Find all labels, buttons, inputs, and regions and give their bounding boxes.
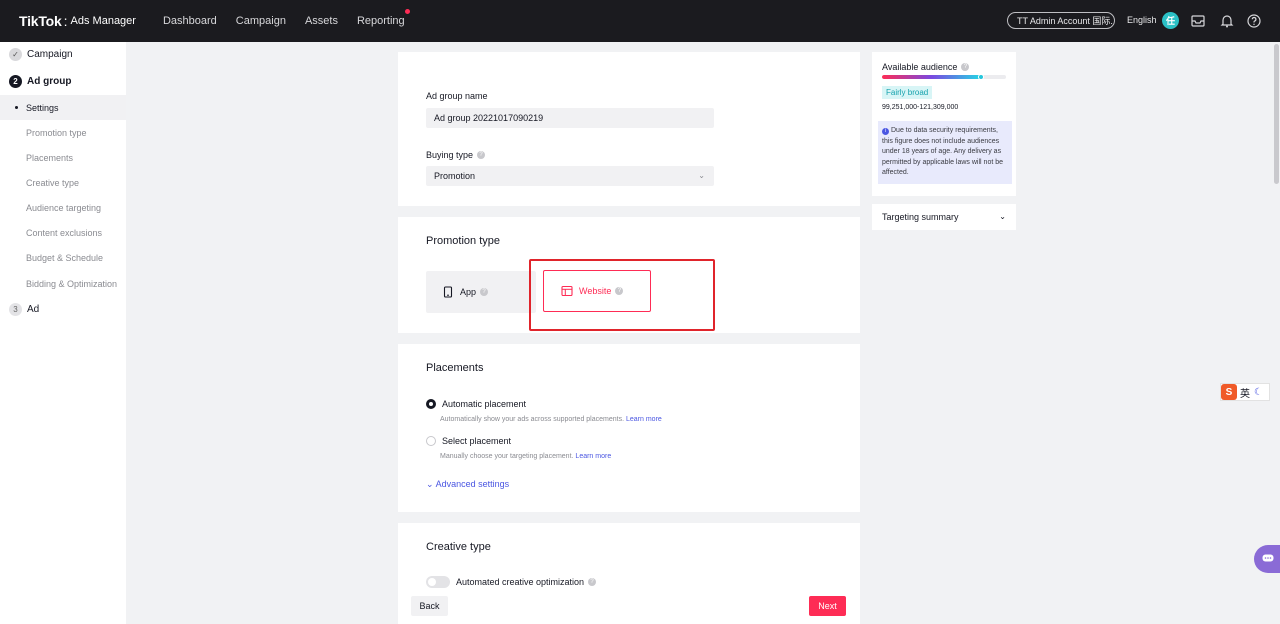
- ime-mode-label: 英: [1240, 388, 1250, 400]
- double-chevron-down-icon[interactable]: ⌄: [999, 212, 1006, 221]
- notification-dot: [404, 9, 410, 14]
- ad-group-name-label: Ad group name: [426, 91, 488, 101]
- audience-info-note: i Due to data security requirements, this…: [878, 121, 1012, 184]
- chevron-down-icon: ⌄: [426, 479, 434, 489]
- step-number: 3: [9, 303, 22, 316]
- info-icon: i: [882, 128, 889, 135]
- chat-support-button[interactable]: [1254, 545, 1280, 573]
- nav-assets[interactable]: Assets: [305, 15, 338, 27]
- buying-type-select[interactable]: Promotion ⌄: [426, 166, 714, 186]
- automatic-placement-description: Automatically show your ads across suppo…: [440, 416, 662, 423]
- step-ad-group[interactable]: 2 Ad group: [9, 75, 71, 88]
- available-audience-label: Available audience: [882, 62, 958, 72]
- step-ad[interactable]: 3 Ad: [9, 303, 39, 316]
- available-audience-title: Available audience ?: [882, 62, 970, 72]
- help-icon[interactable]: ?: [961, 63, 970, 71]
- tiktok-ads-logo[interactable]: TikTok : Ads Manager: [19, 13, 136, 29]
- aco-toggle[interactable]: [426, 576, 450, 588]
- targeting-summary-card[interactable]: Targeting summary ⌄: [872, 204, 1016, 230]
- avatar[interactable]: 任: [1162, 12, 1179, 29]
- step-ad-group-label: Ad group: [27, 76, 72, 87]
- step-campaign[interactable]: ✓ Campaign: [9, 48, 73, 61]
- select-placement-desc-text: Manually choose your targeting placement…: [440, 453, 574, 460]
- account-name: TT Admin Account 国际...: [1017, 16, 1115, 26]
- advanced-settings-label: Advanced settings: [435, 479, 510, 489]
- language-switcher[interactable]: English: [1127, 15, 1157, 25]
- audience-meter-marker: [978, 74, 985, 80]
- audience-meter: [882, 75, 1006, 79]
- select-placement-label: Select placement: [442, 436, 512, 446]
- next-button[interactable]: Next: [809, 596, 846, 616]
- learn-more-link[interactable]: Learn more: [575, 453, 611, 460]
- nav-campaign[interactable]: Campaign: [236, 15, 286, 27]
- promotion-option-app-label: App: [460, 287, 477, 297]
- nav-reporting-label: Reporting: [356, 15, 405, 27]
- creative-type-title: Creative type: [426, 541, 491, 553]
- sidebar-item-content-exclusions[interactable]: Content exclusions: [0, 220, 126, 245]
- action-footer: Back Next: [398, 588, 860, 624]
- advanced-settings-link[interactable]: ⌄ Advanced settings: [426, 479, 509, 490]
- moon-icon: ☾: [1254, 386, 1263, 398]
- audience-note-text: Due to data security requirements, this …: [882, 127, 1004, 176]
- back-button[interactable]: Back: [411, 596, 448, 616]
- audience-size-badge: Fairly broad: [882, 86, 933, 99]
- buying-type-value: Promotion: [434, 171, 476, 181]
- sidebar-item-promotion-type[interactable]: Promotion type: [0, 120, 126, 145]
- learn-more-link[interactable]: Learn more: [626, 416, 662, 423]
- page-scrollbar-thumb[interactable]: [1274, 44, 1279, 184]
- bell-icon[interactable]: [1219, 13, 1235, 29]
- buying-type-label: Buying type ?: [426, 150, 486, 160]
- check-icon: ✓: [9, 48, 22, 61]
- audience-range: 99,251,000-121,309,000: [882, 104, 959, 111]
- promotion-type-title: Promotion type: [426, 235, 500, 247]
- help-icon[interactable]: ?: [480, 288, 489, 296]
- inbox-icon[interactable]: [1190, 13, 1206, 29]
- sidebar-item-creative-type[interactable]: Creative type: [0, 170, 126, 195]
- promotion-option-app[interactable]: App ?: [426, 271, 536, 313]
- nav-dashboard[interactable]: Dashboard: [163, 15, 217, 27]
- step-number: 2: [9, 75, 22, 88]
- targeting-summary-title: Targeting summary: [882, 212, 959, 222]
- chat-icon: [1262, 554, 1274, 562]
- nav-reporting[interactable]: Reporting: [356, 9, 410, 27]
- settings-card: Ad group name Ad group 20221017090219 Bu…: [398, 52, 860, 206]
- radio-unselected-icon[interactable]: [426, 436, 436, 446]
- automated-creative-optimization-row: Automated creative optimization ?: [426, 576, 597, 588]
- logo-separator: :: [63, 13, 68, 29]
- sogou-ime-icon: S: [1221, 384, 1237, 400]
- chevron-down-icon: ⌄: [698, 171, 705, 180]
- ad-group-name-input[interactable]: Ad group 20221017090219: [426, 108, 714, 128]
- ime-toolbar[interactable]: S 英 ☾: [1220, 383, 1270, 401]
- logo-main-text: TikTok: [19, 13, 62, 29]
- radio-selected-icon[interactable]: [426, 399, 436, 409]
- automatic-placement-option[interactable]: Automatic placement: [426, 399, 526, 409]
- aco-label: Automated creative optimization: [456, 577, 585, 587]
- phone-icon: [443, 286, 453, 298]
- placements-card: Placements Automatic placement Automatic…: [398, 344, 860, 512]
- audience-meter-fill: [882, 75, 982, 79]
- select-placement-description: Manually choose your targeting placement…: [440, 453, 611, 460]
- available-audience-card: Available audience ? Fairly broad 99,251…: [872, 52, 1016, 196]
- sidebar-item-settings[interactable]: Settings: [0, 95, 126, 120]
- buying-type-label-text: Buying type: [426, 150, 474, 160]
- sidebar-item-bidding-optimization[interactable]: Bidding & Optimization: [0, 271, 126, 296]
- step-ad-label: Ad: [27, 304, 40, 315]
- sidebar-item-budget-schedule[interactable]: Budget & Schedule: [0, 245, 126, 270]
- top-navigation-bar: TikTok : Ads Manager Dashboard Campaign …: [0, 0, 1280, 42]
- step-campaign-label: Campaign: [27, 49, 73, 60]
- select-placement-option[interactable]: Select placement: [426, 436, 511, 446]
- account-selector[interactable]: TT Admin Account 国际... ⌄: [1007, 12, 1115, 29]
- help-icon[interactable]: [1246, 13, 1262, 29]
- annotation-highlight-box: [529, 259, 715, 331]
- help-icon[interactable]: ?: [477, 151, 486, 159]
- sidebar-item-placements[interactable]: Placements: [0, 145, 126, 170]
- automatic-placement-label: Automatic placement: [442, 399, 527, 409]
- steps-sidebar: ✓ Campaign 2 Ad group Settings Promotion…: [0, 42, 126, 624]
- placements-title: Placements: [426, 362, 484, 374]
- logo-sub-text: Ads Manager: [70, 15, 136, 27]
- automatic-placement-desc-text: Automatically show your ads across suppo…: [440, 416, 625, 423]
- sidebar-item-audience-targeting[interactable]: Audience targeting: [0, 195, 126, 220]
- help-icon[interactable]: ?: [588, 578, 597, 586]
- main-nav: Dashboard Campaign Assets Reporting: [163, 9, 424, 27]
